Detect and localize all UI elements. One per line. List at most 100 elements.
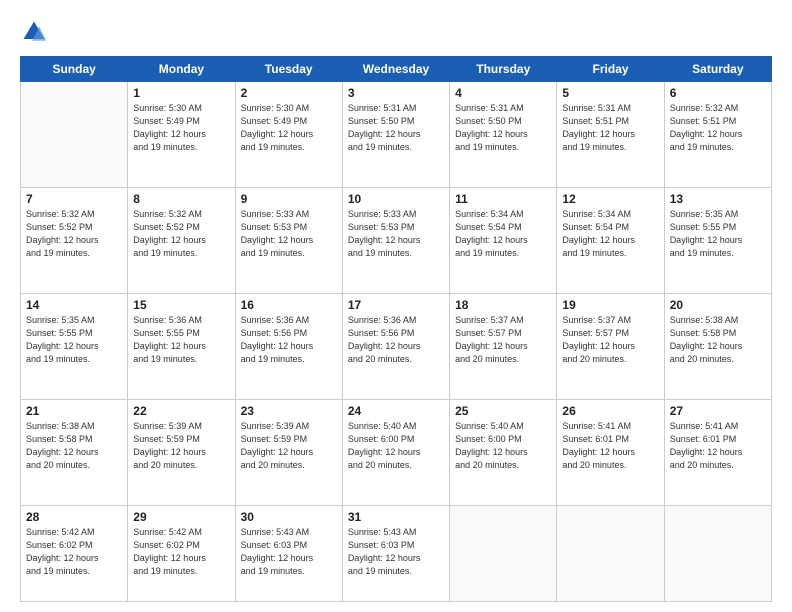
calendar-cell: 15Sunrise: 5:36 AMSunset: 5:55 PMDayligh…	[128, 293, 235, 399]
cell-info: Sunrise: 5:31 AMSunset: 5:50 PMDaylight:…	[455, 102, 551, 154]
day-number: 16	[241, 298, 337, 312]
calendar-cell: 4 Sunrise: 5:31 AMSunset: 5:50 PMDaylight…	[450, 82, 557, 188]
calendar-week-row: 14 Sunrise: 5:35 AMSunset: 5:55 PMDayligh…	[21, 293, 772, 399]
calendar-cell: 12 Sunrise: 5:34 AMSunset: 5:54 PMDayligh…	[557, 187, 664, 293]
day-number: 21	[26, 404, 122, 418]
day-number: 25	[455, 404, 551, 418]
cell-info: Sunrise: 5:35 AMSunset: 5:55 PMDaylight:…	[670, 208, 766, 260]
calendar-cell: 31 Sunrise: 5:43 AMSunset: 6:03 PMDayligh…	[342, 505, 449, 601]
cell-info: Sunrise: 5:37 AMSunset: 5:57 PMDaylight:…	[455, 314, 551, 366]
day-number: 3	[348, 86, 444, 100]
calendar-cell	[450, 505, 557, 601]
day-number: 14	[26, 298, 122, 312]
cell-info: Sunrise: 5:34 AMSunset: 5:54 PMDaylight:…	[562, 208, 658, 260]
cell-info: Sunrise: 5:32 AMSunset: 5:51 PMDaylight:…	[670, 102, 766, 154]
day-number: 19	[562, 298, 658, 312]
calendar-cell: 24 Sunrise: 5:40 AMSunset: 6:00 PMDayligh…	[342, 399, 449, 505]
cell-info: Sunrise: 5:33 AMSunset: 5:53 PMDaylight:…	[348, 208, 444, 260]
cell-info: Sunrise: 5:40 AMSunset: 6:00 PMDaylight:…	[455, 420, 551, 472]
cell-info: Sunrise: 5:32 AMSunset: 5:52 PMDaylight:…	[26, 208, 122, 260]
day-number: 4	[455, 86, 551, 100]
calendar-cell: 13 Sunrise: 5:35 AMSunset: 5:55 PMDayligh…	[664, 187, 771, 293]
calendar-cell: 7Sunrise: 5:32 AMSunset: 5:52 PMDaylight…	[21, 187, 128, 293]
calendar-day-header: Monday	[128, 57, 235, 82]
cell-info: Sunrise: 5:32 AMSunset: 5:52 PMDaylight:…	[133, 208, 229, 260]
cell-info: Sunrise: 5:37 AMSunset: 5:57 PMDaylight:…	[562, 314, 658, 366]
calendar-cell	[21, 82, 128, 188]
day-number: 2	[241, 86, 337, 100]
calendar-cell: 5 Sunrise: 5:31 AMSunset: 5:51 PMDaylight…	[557, 82, 664, 188]
cell-info: Sunrise: 5:43 AMSunset: 6:03 PMDaylight:…	[348, 526, 444, 578]
logo	[20, 18, 52, 46]
calendar-cell	[664, 505, 771, 601]
calendar-cell: 11Sunrise: 5:34 AMSunset: 5:54 PMDayligh…	[450, 187, 557, 293]
calendar-cell: 28 Sunrise: 5:42 AMSunset: 6:02 PMDayligh…	[21, 505, 128, 601]
calendar-cell: 19 Sunrise: 5:37 AMSunset: 5:57 PMDayligh…	[557, 293, 664, 399]
day-number: 10	[348, 192, 444, 206]
cell-info: Sunrise: 5:40 AMSunset: 6:00 PMDaylight:…	[348, 420, 444, 472]
calendar-cell: 18 Sunrise: 5:37 AMSunset: 5:57 PMDayligh…	[450, 293, 557, 399]
day-number: 13	[670, 192, 766, 206]
calendar-cell: 23 Sunrise: 5:39 AMSunset: 5:59 PMDayligh…	[235, 399, 342, 505]
calendar-day-header: Tuesday	[235, 57, 342, 82]
cell-info: Sunrise: 5:35 AMSunset: 5:55 PMDaylight:…	[26, 314, 122, 366]
day-number: 29	[133, 510, 229, 524]
calendar-cell: 30Sunrise: 5:43 AMSunset: 6:03 PMDayligh…	[235, 505, 342, 601]
calendar-cell	[557, 505, 664, 601]
day-number: 11	[455, 192, 551, 206]
cell-info: Sunrise: 5:39 AMSunset: 5:59 PMDaylight:…	[133, 420, 229, 472]
calendar-cell: 8 Sunrise: 5:32 AMSunset: 5:52 PMDaylight…	[128, 187, 235, 293]
day-number: 17	[348, 298, 444, 312]
day-number: 8	[133, 192, 229, 206]
calendar-cell: 9 Sunrise: 5:33 AMSunset: 5:53 PMDaylight…	[235, 187, 342, 293]
cell-info: Sunrise: 5:41 AMSunset: 6:01 PMDaylight:…	[670, 420, 766, 472]
day-number: 28	[26, 510, 122, 524]
calendar-week-row: 1 Sunrise: 5:30 AMSunset: 5:49 PMDaylight…	[21, 82, 772, 188]
cell-info: Sunrise: 5:36 AMSunset: 5:56 PMDaylight:…	[348, 314, 444, 366]
cell-info: Sunrise: 5:33 AMSunset: 5:53 PMDaylight:…	[241, 208, 337, 260]
cell-info: Sunrise: 5:42 AMSunset: 6:02 PMDaylight:…	[133, 526, 229, 578]
calendar-table: SundayMondayTuesdayWednesdayThursdayFrid…	[20, 56, 772, 602]
cell-info: Sunrise: 5:31 AMSunset: 5:50 PMDaylight:…	[348, 102, 444, 154]
calendar-day-header: Sunday	[21, 57, 128, 82]
header	[20, 18, 772, 46]
day-number: 30	[241, 510, 337, 524]
calendar-cell: 29 Sunrise: 5:42 AMSunset: 6:02 PMDayligh…	[128, 505, 235, 601]
day-number: 5	[562, 86, 658, 100]
logo-icon	[20, 18, 48, 46]
day-number: 26	[562, 404, 658, 418]
calendar-day-header: Thursday	[450, 57, 557, 82]
cell-info: Sunrise: 5:42 AMSunset: 6:02 PMDaylight:…	[26, 526, 122, 578]
day-number: 24	[348, 404, 444, 418]
calendar-cell: 17 Sunrise: 5:36 AMSunset: 5:56 PMDayligh…	[342, 293, 449, 399]
calendar-cell: 2 Sunrise: 5:30 AMSunset: 5:49 PMDaylight…	[235, 82, 342, 188]
calendar-week-row: 28 Sunrise: 5:42 AMSunset: 6:02 PMDayligh…	[21, 505, 772, 601]
calendar-cell: 20 Sunrise: 5:38 AMSunset: 5:58 PMDayligh…	[664, 293, 771, 399]
calendar-cell: 27Sunrise: 5:41 AMSunset: 6:01 PMDayligh…	[664, 399, 771, 505]
day-number: 12	[562, 192, 658, 206]
day-number: 20	[670, 298, 766, 312]
cell-info: Sunrise: 5:39 AMSunset: 5:59 PMDaylight:…	[241, 420, 337, 472]
day-number: 9	[241, 192, 337, 206]
cell-info: Sunrise: 5:36 AMSunset: 5:56 PMDaylight:…	[241, 314, 337, 366]
calendar-cell: 16 Sunrise: 5:36 AMSunset: 5:56 PMDayligh…	[235, 293, 342, 399]
day-number: 31	[348, 510, 444, 524]
calendar-cell: 22Sunrise: 5:39 AMSunset: 5:59 PMDayligh…	[128, 399, 235, 505]
day-number: 1	[133, 86, 229, 100]
day-number: 23	[241, 404, 337, 418]
cell-info: Sunrise: 5:31 AMSunset: 5:51 PMDaylight:…	[562, 102, 658, 154]
calendar-day-header: Wednesday	[342, 57, 449, 82]
day-number: 18	[455, 298, 551, 312]
cell-info: Sunrise: 5:38 AMSunset: 5:58 PMDaylight:…	[670, 314, 766, 366]
calendar-day-header: Friday	[557, 57, 664, 82]
page: SundayMondayTuesdayWednesdayThursdayFrid…	[0, 0, 792, 612]
cell-info: Sunrise: 5:30 AMSunset: 5:49 PMDaylight:…	[241, 102, 337, 154]
calendar-cell: 26Sunrise: 5:41 AMSunset: 6:01 PMDayligh…	[557, 399, 664, 505]
calendar-cell: 6Sunrise: 5:32 AMSunset: 5:51 PMDaylight…	[664, 82, 771, 188]
cell-info: Sunrise: 5:36 AMSunset: 5:55 PMDaylight:…	[133, 314, 229, 366]
calendar-cell: 14 Sunrise: 5:35 AMSunset: 5:55 PMDayligh…	[21, 293, 128, 399]
calendar-cell: 10 Sunrise: 5:33 AMSunset: 5:53 PMDayligh…	[342, 187, 449, 293]
calendar-cell: 25 Sunrise: 5:40 AMSunset: 6:00 PMDayligh…	[450, 399, 557, 505]
cell-info: Sunrise: 5:30 AMSunset: 5:49 PMDaylight:…	[133, 102, 229, 154]
calendar-cell: 3 Sunrise: 5:31 AMSunset: 5:50 PMDaylight…	[342, 82, 449, 188]
